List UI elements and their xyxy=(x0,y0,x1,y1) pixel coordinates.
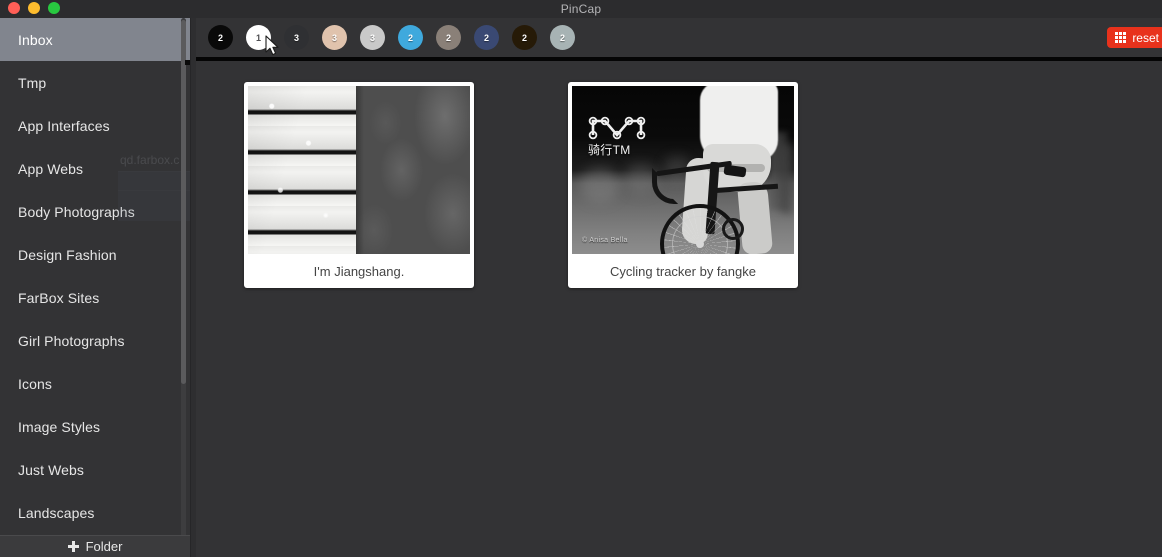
color-filter-badge[interactable]: 2 xyxy=(474,25,499,50)
sidebar-folder-list: Inbox Tmp App Interfaces App Webs Body Photo… xyxy=(0,18,190,534)
sidebar-item-label: Image Styles xyxy=(18,418,101,435)
sidebar-item-tmp[interactable]: Tmp xyxy=(0,61,190,104)
overlay-logo: 骑行TM xyxy=(588,114,646,158)
sidebar-item-design-fashion[interactable]: Design Fashion xyxy=(0,233,190,276)
sidebar-item-body-photographs[interactable]: Body Photographs xyxy=(0,190,190,233)
pincap-window: PinCap Inbox Tmp App Interfaces App Webs Bod… xyxy=(0,0,1162,557)
pin-card-caption: Cycling tracker by fangke xyxy=(572,254,794,288)
add-folder-label: Folder xyxy=(85,539,123,554)
sidebar-item-inbox[interactable]: Inbox xyxy=(0,18,190,61)
titlebar: PinCap xyxy=(0,0,1162,18)
cyclist-photo xyxy=(572,86,794,254)
minimize-button[interactable] xyxy=(28,2,40,14)
color-badge-list: 2133322222 xyxy=(208,25,575,50)
window-controls xyxy=(8,2,60,14)
bike-crank xyxy=(722,218,744,240)
background-post xyxy=(780,144,794,214)
sidebar-item-icons[interactable]: Icons xyxy=(0,362,190,405)
sidebar-item-label: App Interfaces xyxy=(18,117,110,134)
window-title: PinCap xyxy=(560,2,602,16)
color-filter-badge[interactable]: 1 xyxy=(246,25,271,50)
sidebar-item-label: Body Photographs xyxy=(18,203,135,220)
rider-leg xyxy=(736,180,774,254)
sidebar-item-label: Inbox xyxy=(18,31,53,48)
sidebar-scrollbar-thumb[interactable] xyxy=(181,20,186,384)
color-filter-badge[interactable]: 3 xyxy=(284,25,309,50)
sidebar-item-label: Landscapes xyxy=(18,504,95,521)
sidebar-item-app-interfaces[interactable]: App Interfaces xyxy=(0,104,190,147)
reset-label: reset xyxy=(1132,30,1159,45)
sidebar-item-image-styles[interactable]: Image Styles xyxy=(0,405,190,448)
plus-icon xyxy=(67,541,79,552)
pin-card-caption: I'm Jiangshang. xyxy=(248,254,470,288)
color-filter-badge[interactable]: 2 xyxy=(398,25,423,50)
bicycle-chain-m-icon xyxy=(588,116,646,140)
sidebar[interactable]: Inbox Tmp App Interfaces App Webs Body Photo… xyxy=(0,18,190,557)
color-filter-toolbar: 2133322222 reset xyxy=(196,18,1162,57)
zoom-button[interactable] xyxy=(48,2,60,14)
sidebar-item-girl-photographs[interactable]: Girl Photographs xyxy=(0,319,190,362)
sidebar-item-label: Icons xyxy=(18,375,52,392)
sidebar-item-app-webs[interactable]: App Webs xyxy=(0,147,190,190)
sidebar-item-label: FarBox Sites xyxy=(18,289,100,306)
color-filter-badge[interactable]: 2 xyxy=(208,25,233,50)
sidebar-item-label: App Webs xyxy=(18,160,84,177)
overlay-copyright: © Anisa Bella xyxy=(582,237,628,244)
grid-icon xyxy=(1115,32,1127,43)
pin-thumbnail-wood[interactable] xyxy=(248,86,470,254)
sidebar-item-label: Just Webs xyxy=(18,461,84,478)
pin-card[interactable]: I'm Jiangshang. xyxy=(244,82,474,288)
sidebar-item-farbox-sites[interactable]: FarBox Sites xyxy=(0,276,190,319)
wheel-hub xyxy=(696,240,704,248)
color-filter-badge[interactable]: 2 xyxy=(512,25,537,50)
add-folder-button[interactable]: Folder xyxy=(0,535,190,557)
sidebar-item-landscapes[interactable]: Landscapes xyxy=(0,491,190,534)
close-button[interactable] xyxy=(8,2,20,14)
bokeh-blur xyxy=(580,168,620,202)
dark-texture-region xyxy=(356,86,470,254)
sidebar-item-just-webs[interactable]: Just Webs xyxy=(0,448,190,491)
content-area: I'm Jiangshang. 骑行TM © Anisa Bella Cycli… xyxy=(196,61,1162,557)
pin-thumbnail-cyclist[interactable]: 骑行TM © Anisa Bella xyxy=(572,86,794,254)
sidebar-item-label: Tmp xyxy=(18,74,47,91)
sidebar-item-label: Girl Photographs xyxy=(18,332,125,349)
sidebar-item-label: Design Fashion xyxy=(18,246,117,263)
reset-button[interactable]: reset xyxy=(1107,27,1162,48)
color-filter-badge[interactable]: 3 xyxy=(322,25,347,50)
color-filter-badge[interactable]: 3 xyxy=(360,25,385,50)
color-filter-badge[interactable]: 2 xyxy=(550,25,575,50)
sidebar-divider xyxy=(190,18,191,557)
card-grid: I'm Jiangshang. 骑行TM © Anisa Bella Cycli… xyxy=(244,82,798,288)
color-filter-badge[interactable]: 2 xyxy=(436,25,461,50)
pin-card[interactable]: 骑行TM © Anisa Bella Cycling tracker by fa… xyxy=(568,82,798,288)
overlay-logo-text: 骑行TM xyxy=(588,143,631,157)
wood-planks-region xyxy=(248,86,356,254)
